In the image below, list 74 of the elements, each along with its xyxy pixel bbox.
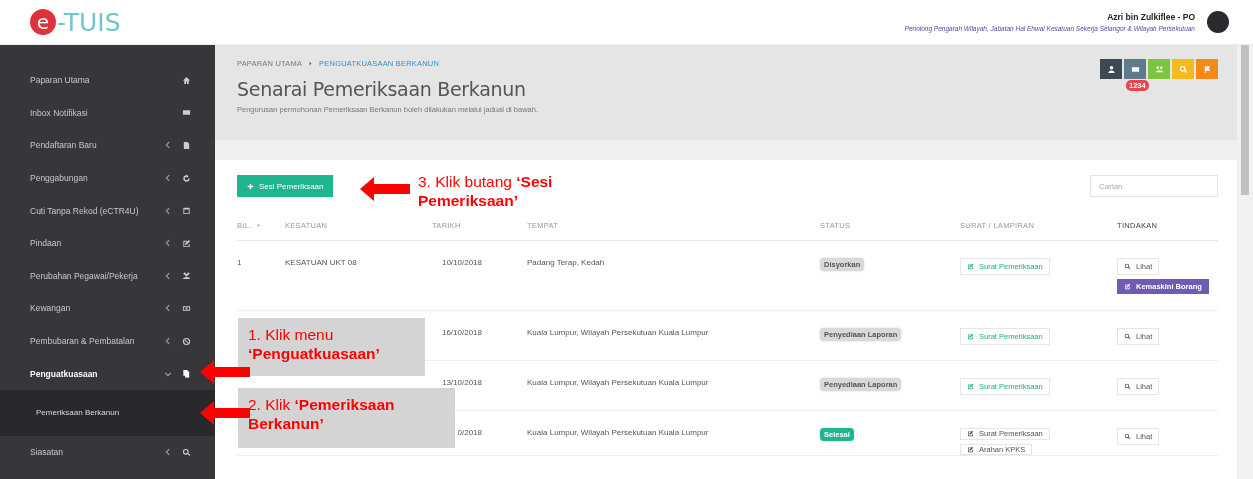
home-icon bbox=[182, 75, 191, 85]
logo-mark: e bbox=[30, 9, 56, 35]
sort-icon bbox=[255, 222, 261, 228]
arrow-icon bbox=[200, 401, 250, 425]
calendar-icon bbox=[182, 206, 191, 216]
sidebar-item[interactable]: Inbox Notifikasi bbox=[0, 96, 215, 130]
table-cell: 10/10/2018 bbox=[441, 258, 482, 267]
table-cell: 0/2018 bbox=[457, 428, 482, 437]
scrollbar[interactable] bbox=[1237, 45, 1253, 479]
chevron-left-icon bbox=[164, 337, 172, 346]
logo-text: -TUIS bbox=[57, 7, 121, 37]
sidebar-item[interactable]: Siasatan bbox=[0, 435, 215, 469]
chevron-right-icon bbox=[308, 61, 314, 66]
envelope-icon bbox=[182, 108, 191, 118]
chevron-left-icon bbox=[164, 271, 172, 280]
arrow-icon bbox=[200, 360, 250, 384]
table-cell: Kuala Lumpur, Wilayah Persekutuan Kuala Lumpur bbox=[527, 428, 709, 437]
table-cell: Kuala Lumpur, Wilayah Persekutuan Kuala Lumpur bbox=[527, 328, 709, 337]
money-icon bbox=[182, 303, 191, 313]
sidebar-item[interactable]: Pindaan bbox=[0, 226, 215, 260]
table-cell: Padang Terap, Kedah bbox=[527, 258, 605, 267]
arrow-icon bbox=[360, 177, 410, 201]
people-icon bbox=[182, 271, 191, 281]
sidebar-item[interactable]: Penggabungan bbox=[0, 161, 215, 195]
chevron-left-icon bbox=[164, 141, 172, 150]
chevron-left-icon bbox=[164, 239, 172, 248]
edit-icon bbox=[967, 430, 974, 438]
people-icon bbox=[1154, 64, 1164, 74]
table-cell: Kuala Lumpur, Wilayah Persekutuan Kuala Lumpur bbox=[527, 378, 709, 387]
page-title: Senarai Pemeriksaan Berkanun bbox=[237, 78, 527, 100]
search-icon bbox=[1124, 433, 1131, 440]
toolbar-button[interactable] bbox=[1124, 59, 1146, 79]
table-cell: KESATUAN UKT 08 bbox=[285, 258, 357, 267]
user-name: Azri bin Zulkiflee - PO bbox=[1106, 12, 1195, 22]
chevron-left-icon bbox=[164, 206, 172, 215]
edit-icon bbox=[967, 263, 974, 270]
edit-icon bbox=[967, 445, 974, 453]
chevron-left-icon bbox=[164, 304, 172, 313]
edit-icon bbox=[182, 238, 191, 248]
sidebar-item[interactable]: Pembubaran & Pembatalan bbox=[0, 324, 215, 358]
ban-icon bbox=[182, 336, 191, 346]
search-field[interactable]: Carian bbox=[1090, 175, 1218, 197]
document-icon bbox=[182, 141, 191, 150]
sidebar-item[interactable]: Pendaftaran Baru bbox=[0, 129, 215, 162]
search-icon bbox=[1124, 383, 1131, 390]
search-icon bbox=[182, 447, 191, 457]
search-icon bbox=[1178, 64, 1188, 74]
sidebar-item[interactable]: Cuti Tanpa Rekod (eCTR4U) bbox=[0, 194, 215, 227]
envelope-icon bbox=[1130, 64, 1140, 74]
flag-icon bbox=[1202, 64, 1212, 74]
sidebar-item[interactable]: Paparan Utama bbox=[0, 64, 215, 97]
plus-icon bbox=[247, 182, 254, 190]
toolbar-button[interactable] bbox=[1100, 59, 1122, 79]
search-icon bbox=[1124, 333, 1131, 340]
edit-icon bbox=[967, 383, 974, 390]
sidebar-item[interactable]: Penguatkuasaan bbox=[0, 357, 215, 390]
edit-icon bbox=[1124, 283, 1131, 290]
files-icon bbox=[182, 369, 191, 379]
sidebar-item[interactable]: Kewangan bbox=[0, 292, 215, 325]
table-cell: 13/10/2018 bbox=[441, 378, 482, 387]
chevron-down-icon bbox=[164, 369, 172, 378]
search-icon bbox=[1124, 263, 1131, 270]
chevron-left-icon bbox=[164, 174, 172, 183]
table-cell: 1 bbox=[237, 258, 242, 267]
chevron-left-icon bbox=[164, 448, 172, 457]
table-cell: 16/10/2018 bbox=[441, 328, 482, 337]
sidebar-item[interactable]: Perubahan Pegawai/Pekerja bbox=[0, 259, 215, 293]
user-icon bbox=[1106, 64, 1116, 74]
edit-icon bbox=[967, 333, 974, 340]
instruction-callout: 1. Klik menu ‘Penguatkuasaan’ bbox=[238, 318, 425, 376]
refresh-icon bbox=[182, 173, 191, 183]
instruction-text: 3. Klik butang ‘Sesi Pemeriksaan’ bbox=[417, 172, 554, 211]
avatar[interactable] bbox=[1207, 11, 1229, 33]
submenu-item[interactable]: Pemeriksaan Berkanun bbox=[0, 389, 215, 436]
